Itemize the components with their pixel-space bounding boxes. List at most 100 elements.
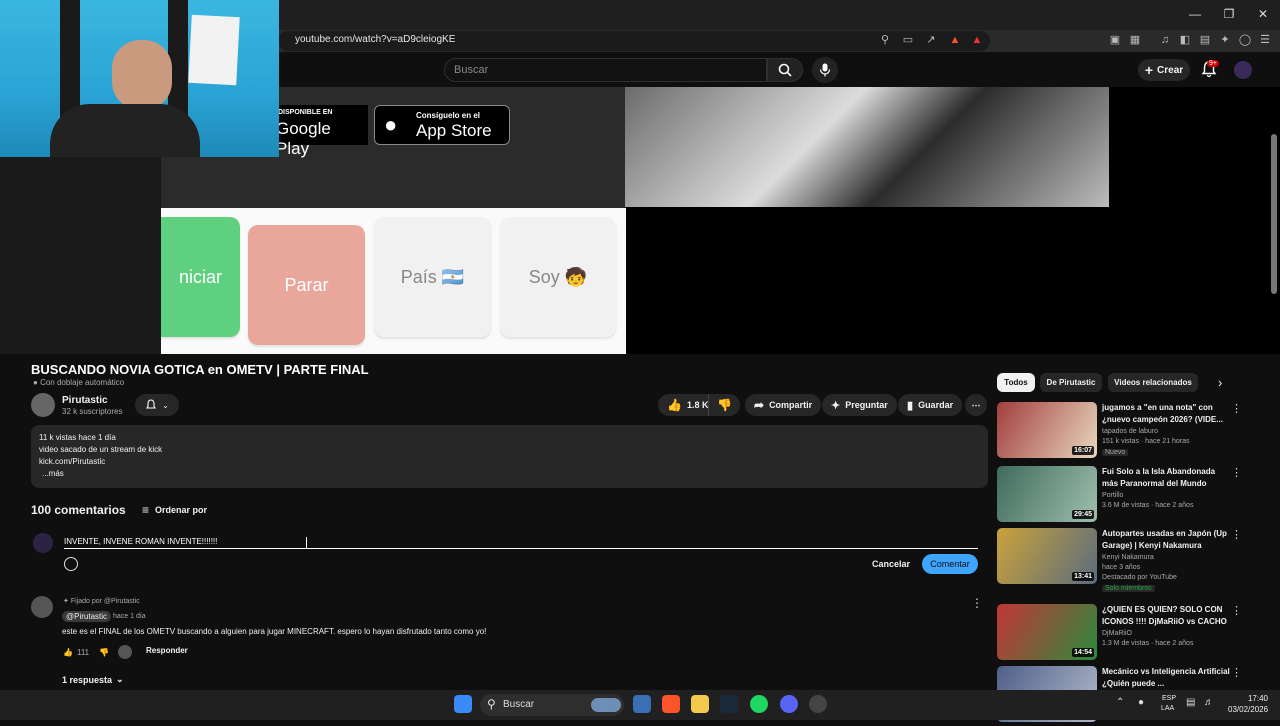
view-replies-button[interactable]: 1 respuesta ⌄: [62, 674, 124, 685]
video-title: BUSCANDO NOVIA GOTICA en OMETV | PARTE F…: [31, 362, 369, 377]
media-icon[interactable]: ♫: [1158, 33, 1172, 47]
comment-dislike-icon[interactable]: 👎: [99, 648, 109, 657]
close-icon[interactable]: ✕: [1246, 0, 1280, 28]
chevron-right-icon[interactable]: ›: [1218, 375, 1222, 390]
reply-button[interactable]: Responder: [146, 646, 188, 655]
wallet-icon[interactable]: ▤: [1198, 33, 1212, 47]
steam-icon[interactable]: [720, 695, 738, 713]
voice-search-button[interactable]: [812, 57, 838, 83]
chip-from-channel[interactable]: De Pirutastic: [1040, 373, 1102, 392]
recommendation-channel[interactable]: Portillo: [1102, 492, 1123, 499]
emoji-icon[interactable]: [64, 557, 78, 571]
leo-ai-icon[interactable]: ✦: [1218, 33, 1232, 47]
vpn-icon[interactable]: ◯: [1238, 33, 1252, 47]
recommendation-title[interactable]: Mecánico vs Inteligencia Artificial ¿Qui…: [1102, 666, 1232, 690]
dislike-button[interactable]: 👎: [708, 394, 740, 416]
comment-like-icon[interactable]: 👍: [63, 648, 73, 657]
chip-all[interactable]: Todos: [997, 373, 1035, 392]
subscribed-button[interactable]: ⌄: [135, 394, 179, 416]
ask-button[interactable]: ✦ Preguntar: [822, 394, 897, 416]
brave-shield-icon[interactable]: ▲: [948, 33, 962, 47]
comment-author[interactable]: @Pirutastic: [62, 611, 112, 622]
brave-rewards-icon[interactable]: ▲: [970, 33, 984, 47]
channel-avatar[interactable]: [31, 393, 55, 417]
start-button-label: niciar: [178, 266, 222, 287]
save-button[interactable]: ▮ Guardar: [898, 394, 963, 416]
account-avatar[interactable]: [1234, 61, 1252, 79]
more-vertical-icon[interactable]: ⋮: [1231, 402, 1242, 415]
recommendation-item[interactable]: 14:54 ¿QUIEN ES QUIEN? SOLO CON ICONOS !!…: [997, 604, 1272, 664]
page-scrollbar[interactable]: [1271, 134, 1277, 294]
recommendation-title[interactable]: Autopartes usadas en Japón (Up Garage) |…: [1102, 528, 1232, 552]
zoom-icon[interactable]: ⚲: [878, 33, 892, 47]
recommendation-item[interactable]: 13:41 Autopartes usadas en Japón (Up Gara…: [997, 528, 1272, 592]
recommendation-title[interactable]: ¿QUIEN ES QUIEN? SOLO CON ICONOS !!!! Dj…: [1102, 604, 1232, 628]
minimize-icon[interactable]: —: [1178, 0, 1212, 28]
obs-icon[interactable]: [809, 695, 827, 713]
more-vertical-icon[interactable]: ⋮: [1231, 466, 1242, 479]
pinned-comment-avatar[interactable]: [31, 596, 53, 618]
start-button[interactable]: niciar: [161, 217, 240, 337]
keyboard-layout[interactable]: LAA: [1161, 705, 1174, 712]
more-vertical-icon[interactable]: ⋮: [1231, 666, 1242, 679]
recommendation-title[interactable]: jugamos a "en una nota" con ¿nuevo campe…: [1102, 402, 1232, 426]
cancel-button[interactable]: Cancelar: [867, 555, 915, 573]
pinned-by-text: Fijado por @Pirutastic: [70, 598, 140, 605]
recommendation-channel[interactable]: DjMaRiiO: [1102, 630, 1132, 637]
brave-browser-icon[interactable]: [662, 695, 680, 713]
clock-date[interactable]: 03/02/2026: [1228, 705, 1268, 714]
restore-icon[interactable]: ❐: [1212, 0, 1246, 28]
search-placeholder: Buscar: [454, 64, 489, 76]
microphone-tray-icon[interactable]: ●: [1138, 697, 1144, 708]
submit-comment-button[interactable]: Comentar: [922, 554, 978, 574]
recommendation-channel[interactable]: Kenyi Nakamura: [1102, 554, 1154, 561]
menu-icon[interactable]: ☰: [1258, 33, 1272, 47]
network-icon[interactable]: ▤: [1186, 697, 1195, 708]
recommendation-item[interactable]: 16:07 jugamos a "en una nota" con ¿nuevo …: [997, 402, 1272, 462]
microphone-icon: [819, 63, 831, 77]
extensions-icon[interactable]: ▣: [1108, 33, 1122, 47]
discord-icon[interactable]: [780, 695, 798, 713]
comment-time[interactable]: hace 1 día: [113, 613, 146, 620]
windows-start-icon[interactable]: [454, 695, 472, 713]
channel-name[interactable]: Pirutastic: [62, 395, 108, 406]
more-vertical-icon[interactable]: ⋮: [1231, 528, 1242, 541]
more-vertical-icon[interactable]: ⋮: [1231, 604, 1242, 617]
spotify-icon[interactable]: [750, 695, 768, 713]
gender-button[interactable]: Soy 🧒: [500, 217, 616, 337]
chip-related[interactable]: Videos relacionados: [1108, 373, 1198, 392]
clock-time[interactable]: 17:40: [1240, 694, 1268, 703]
video-thumbnail[interactable]: 29:45: [997, 466, 1097, 522]
stop-button[interactable]: Parar: [248, 225, 365, 345]
comment-more-icon[interactable]: ⋮: [971, 596, 983, 610]
comment-input[interactable]: [64, 534, 978, 549]
video-thumbnail[interactable]: 16:07: [997, 402, 1097, 458]
task-view-icon[interactable]: [633, 695, 651, 713]
sidebar-icon[interactable]: ◧: [1178, 33, 1192, 47]
sort-button[interactable]: ≡ Ordenar por: [142, 503, 207, 517]
video-thumbnail[interactable]: 13:41: [997, 528, 1097, 584]
share-button[interactable]: ➦ Compartir: [745, 394, 822, 416]
cast-icon[interactable]: ▭: [901, 33, 915, 47]
volume-icon[interactable]: ♬: [1204, 697, 1214, 708]
url-text[interactable]: youtube.com/watch?v=aD9cleiogKE: [295, 34, 455, 45]
tray-chevron-up-icon[interactable]: ⌃: [1116, 697, 1124, 708]
more-actions-button[interactable]: ⋯: [965, 394, 987, 416]
recommendation-channel[interactable]: tapados de laburo: [1102, 428, 1158, 435]
create-button[interactable]: + Crear: [1138, 59, 1190, 81]
language-code[interactable]: ESP: [1162, 695, 1176, 702]
search-input[interactable]: [444, 58, 767, 82]
share-page-icon[interactable]: ↗: [924, 33, 938, 47]
recommendation-meta: 3.6 M de vistas · hace 2 años: [1102, 502, 1194, 509]
screenshot-icon[interactable]: ▦: [1128, 33, 1142, 47]
file-explorer-icon[interactable]: [691, 695, 709, 713]
recommendation-title[interactable]: Fui Solo a la Isla Abandonada más Parano…: [1102, 466, 1232, 490]
video-thumbnail[interactable]: 14:54: [997, 604, 1097, 660]
taskbar-search-label: Buscar: [503, 699, 535, 710]
description-more-link[interactable]: ...más: [39, 468, 980, 480]
ask-label: Preguntar: [845, 400, 888, 410]
search-button[interactable]: [767, 58, 803, 82]
country-button[interactable]: País 🇦🇷: [374, 217, 491, 337]
recommendation-item[interactable]: 29:45 Fui Solo a la Isla Abandonada más P…: [997, 466, 1272, 526]
description-box[interactable]: 11 k vistas hace 1 día video sacado de u…: [31, 425, 988, 488]
